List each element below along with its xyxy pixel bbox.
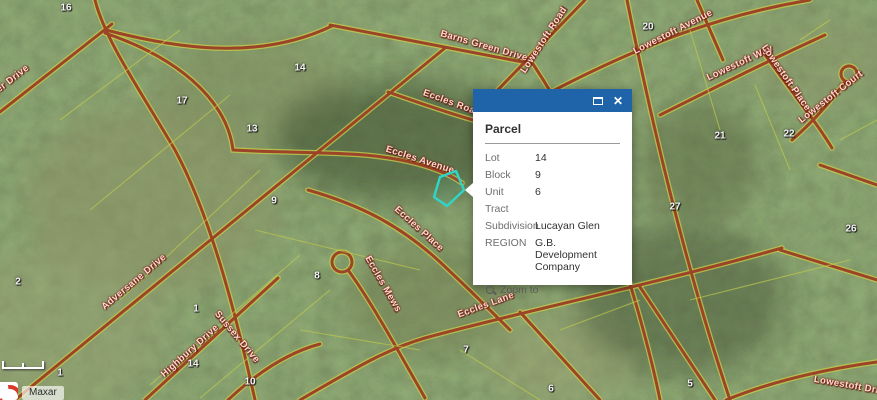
maximize-icon[interactable] [593,94,603,108]
field-value: 9 [535,169,620,181]
selected-parcel-outline[interactable] [434,171,464,206]
popup-fields: Lot 14 Block 9 Unit 6 Tract Subdivision … [485,152,620,278]
field-row: Subdivision Lucayan Glen [485,220,620,232]
close-icon[interactable]: ✕ [613,94,623,108]
field-label: Subdivision [485,220,535,232]
field-label: Tract [485,203,535,215]
esri-logo [0,382,18,400]
field-label: Block [485,169,535,181]
zoom-to-label: Zoom to [500,284,539,296]
popup-header: ✕ [473,89,632,112]
magnifier-icon [485,285,496,296]
scale-bar [2,362,44,369]
field-label: REGION [485,237,535,273]
field-value: Lucayan Glen [535,220,620,232]
field-row: Lot 14 [485,152,620,164]
field-value: 6 [535,186,620,198]
selection-layer [0,0,877,400]
popup-divider [485,143,620,144]
map-canvas[interactable]: water DriveAdversane DriveSussex DriveHi… [0,0,877,400]
field-row: Tract [485,203,620,215]
field-value: 14 [535,152,620,164]
attribution-text: Maxar [22,386,64,400]
field-value: G.B. Development Company [535,237,620,273]
popup-title: Parcel [485,122,620,136]
attribution-bar: Maxar [0,382,64,400]
zoom-to-button[interactable]: Zoom to [473,284,632,305]
popup-callout-arrow [465,183,473,197]
field-label: Unit [485,186,535,198]
field-label: Lot [485,152,535,164]
field-row: Block 9 [485,169,620,181]
field-row: REGION G.B. Development Company [485,237,620,273]
popup-body: Parcel Lot 14 Block 9 Unit 6 Tract Subdi… [473,112,632,284]
parcel-popup: ✕ Parcel Lot 14 Block 9 Unit 6 Tract Sub… [473,89,632,285]
field-value [535,203,620,215]
field-row: Unit 6 [485,186,620,198]
